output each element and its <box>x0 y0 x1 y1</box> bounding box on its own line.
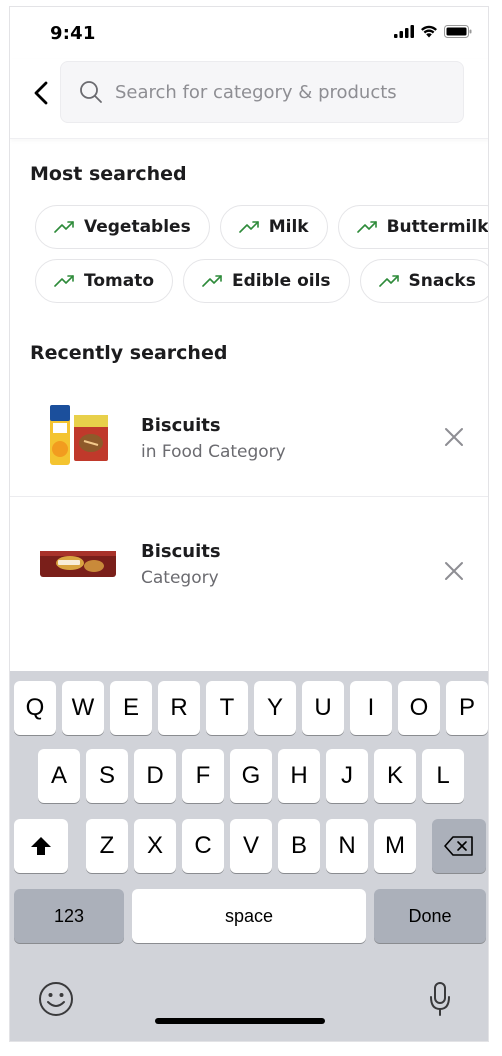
chip-label: Tomato <box>84 271 155 291</box>
recent-search-item[interactable]: Biscuits Category <box>10 497 488 623</box>
key-row-1: Q W E R T Y U I O P <box>10 681 488 735</box>
chip-milk[interactable]: Milk <box>219 205 328 249</box>
battery-icon <box>444 25 472 38</box>
shift-key[interactable] <box>14 819 68 873</box>
chip-tomato[interactable]: Tomato <box>35 259 174 303</box>
search-bar[interactable] <box>60 61 464 123</box>
status-time: 9:41 <box>50 23 96 44</box>
recent-search-item[interactable]: Biscuits in Food Category <box>10 371 488 497</box>
chip-label: Snacks <box>408 271 476 291</box>
key-j[interactable]: J <box>326 749 368 803</box>
remove-recent-button[interactable] <box>440 557 468 585</box>
space-key[interactable]: space <box>132 889 366 943</box>
close-icon <box>445 428 463 446</box>
key-n[interactable]: N <box>326 819 368 873</box>
phone-screen: 9:41 Search for category & products Most… <box>9 6 489 1042</box>
key-i[interactable]: I <box>350 681 392 735</box>
trending-up-icon <box>54 220 76 234</box>
chip-snacks[interactable]: Snacks <box>359 259 488 303</box>
recent-item-subtitle: Category <box>141 568 219 588</box>
key-p[interactable]: P <box>446 681 488 735</box>
key-m[interactable]: M <box>374 819 416 873</box>
status-bar: 9:41 <box>10 7 488 59</box>
key-k[interactable]: K <box>374 749 416 803</box>
search-input[interactable] <box>115 81 445 103</box>
chip-edible-oils[interactable]: Edible oils <box>183 259 350 303</box>
key-l[interactable]: L <box>422 749 464 803</box>
key-r[interactable]: R <box>158 681 200 735</box>
key-y[interactable]: Y <box>254 681 296 735</box>
wifi-icon <box>421 25 437 38</box>
key-h[interactable]: H <box>278 749 320 803</box>
key-z[interactable]: Z <box>86 819 128 873</box>
trending-up-icon <box>378 274 401 288</box>
trending-up-icon <box>54 274 76 288</box>
trending-up-icon <box>238 220 261 234</box>
most-searched-row-1: Vegetables Milk Buttermilk <box>35 205 489 249</box>
key-u[interactable]: U <box>302 681 344 735</box>
key-row-2: A S D F G H J K L <box>10 749 488 803</box>
chip-label: Buttermilk <box>386 217 489 237</box>
search-icon <box>80 81 102 103</box>
chip-label: Vegetables <box>84 217 191 237</box>
trending-up-icon <box>356 220 379 234</box>
key-e[interactable]: E <box>110 681 152 735</box>
numbers-key[interactable]: 123 <box>14 889 124 943</box>
chevron-left-icon <box>34 81 48 105</box>
back-button[interactable] <box>28 77 54 109</box>
key-g[interactable]: G <box>230 749 272 803</box>
food-products-image <box>50 405 108 465</box>
key-d[interactable]: D <box>134 749 176 803</box>
close-icon <box>445 562 463 580</box>
key-c[interactable]: C <box>182 819 224 873</box>
backspace-icon <box>444 836 473 856</box>
key-b[interactable]: B <box>278 819 320 873</box>
key-f[interactable]: F <box>182 749 224 803</box>
key-a[interactable]: A <box>38 749 80 803</box>
most-searched-row-2: Tomato Edible oils Snacks <box>35 259 488 303</box>
key-v[interactable]: V <box>230 819 272 873</box>
key-row-3: Z X C V B N M <box>10 819 488 873</box>
status-icons <box>394 25 472 38</box>
chip-label: Edible oils <box>232 271 331 291</box>
key-o[interactable]: O <box>398 681 440 735</box>
recent-item-title: Biscuits <box>141 415 221 436</box>
most-searched-title: Most searched <box>30 163 187 185</box>
done-key[interactable]: Done <box>374 889 486 943</box>
trending-up-icon <box>202 274 224 288</box>
recent-item-subtitle: in Food Category <box>141 442 286 462</box>
key-t[interactable]: T <box>206 681 248 735</box>
emoji-icon[interactable] <box>38 981 74 1017</box>
chip-vegetables[interactable]: Vegetables <box>35 205 210 249</box>
recent-item-title: Biscuits <box>141 541 221 562</box>
shift-arrow-icon <box>31 837 51 855</box>
chip-label: Milk <box>268 217 309 237</box>
keyboard: Q W E R T Y U I O P A S D F G H J K L Z … <box>10 671 488 1041</box>
key-s[interactable]: S <box>86 749 128 803</box>
key-w[interactable]: W <box>62 681 104 735</box>
microphone-icon[interactable] <box>429 981 451 1017</box>
signal-icon <box>394 25 414 38</box>
key-x[interactable]: X <box>134 819 176 873</box>
recently-searched-title: Recently searched <box>30 342 228 364</box>
biscuit-pack-image <box>40 551 116 577</box>
key-q[interactable]: Q <box>14 681 56 735</box>
home-indicator <box>155 1018 325 1024</box>
search-header <box>10 59 488 139</box>
remove-recent-button[interactable] <box>440 423 468 451</box>
key-row-4: 123 space Done <box>10 889 488 943</box>
delete-key[interactable] <box>432 819 486 873</box>
chip-buttermilk[interactable]: Buttermilk <box>337 205 489 249</box>
